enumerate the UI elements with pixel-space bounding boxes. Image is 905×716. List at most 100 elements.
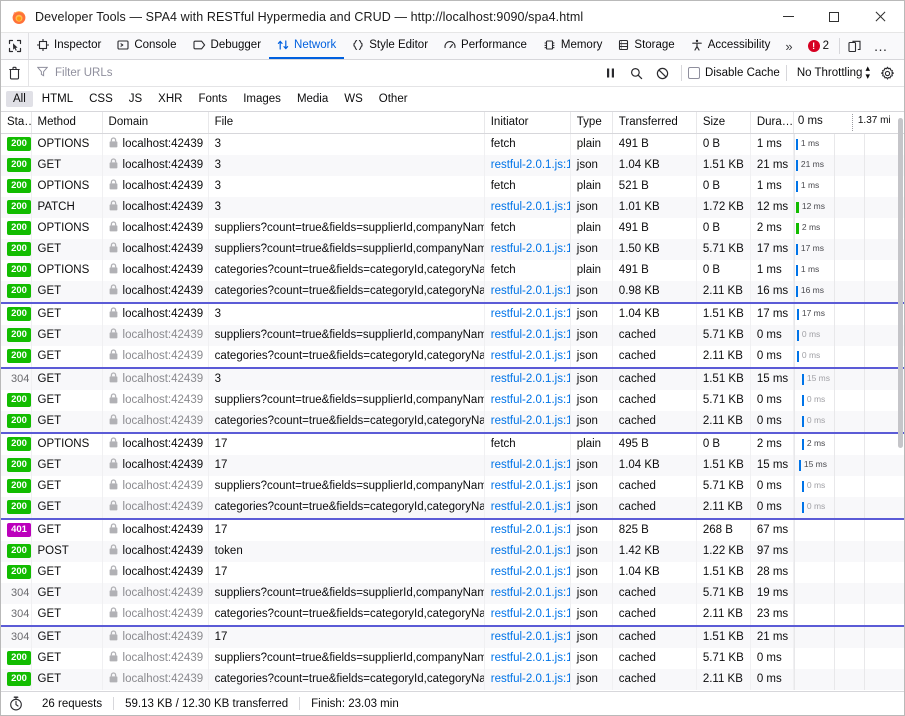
table-row[interactable]: 200 GET localhost:42439 suppliers?count=tru… (1, 475, 904, 497)
error-count-badge[interactable]: ! 2 (800, 33, 837, 59)
initiator-link[interactable]: restful-2.0.1.js:19… (491, 480, 570, 492)
tabs-overflow-icon[interactable]: » (778, 33, 799, 59)
column-header-duration[interactable]: Dura… (750, 112, 794, 134)
maximize-button[interactable] (811, 1, 856, 33)
table-row[interactable]: 200 GET localhost:42439 suppliers?count=tru… (1, 389, 904, 411)
table-row[interactable]: 200 GET localhost:42439 suppliers?count=tru… (1, 324, 904, 346)
type-filter-ws[interactable]: WS (337, 91, 370, 107)
table-row[interactable]: 200 GET localhost:42439 17 restful-2.0.1.js:… (1, 454, 904, 476)
table-row[interactable]: 200 POST localhost:42439 token restful-2.0.1… (1, 540, 904, 562)
column-header-size[interactable]: Size (696, 112, 751, 134)
table-row[interactable]: 200 GET localhost:42439 suppliers?count=tru… (1, 238, 904, 260)
column-header-initiator[interactable]: Initiator (484, 112, 571, 134)
table-row[interactable]: 200GET localhost:42439 3 restful-2.0.1.js:1… (1, 154, 904, 176)
disable-cache-checkbox[interactable]: Disable Cache (688, 67, 780, 79)
initiator-link[interactable]: restful-2.0.1.js:19… (491, 373, 570, 385)
tab-accessibility[interactable]: Accessibility (683, 33, 779, 59)
initiator-link[interactable]: restful-2.0.1.js:19… (491, 159, 570, 171)
cell-initiator: restful-2.0.1.js:19… (484, 540, 571, 562)
initiator-link[interactable]: restful-2.0.1.js:19… (491, 501, 570, 513)
table-row[interactable]: 304GET localhost:42439 3 restful-2.0.1.js:1… (1, 366, 904, 390)
column-header-domain[interactable]: Domain (102, 112, 209, 134)
throttling-select[interactable]: No Throttling ▴ ▾ (793, 64, 874, 80)
type-filter-media[interactable]: Media (290, 91, 335, 107)
table-row[interactable]: 200 GET localhost:42439 suppliers?count=tru… (1, 647, 904, 669)
table-row[interactable]: 304 GET localhost:42439 categories?count=tr… (1, 603, 904, 626)
status-badge: 200 (7, 242, 31, 256)
clear-requests-button[interactable] (1, 59, 29, 87)
table-row[interactable]: 200 OPTIONS localhost:42439 3 fetch plain 491 … (1, 133, 904, 155)
initiator-link[interactable]: restful-2.0.1.js:19… (491, 329, 570, 341)
table-row[interactable]: 401 GET localhost:42439 17 restful-2.0.1.js:… (1, 517, 904, 541)
table-row[interactable]: 304 GET localhost:42439 suppliers?count=tru… (1, 582, 904, 604)
initiator-link[interactable]: restful-2.0.1.js:19… (491, 587, 570, 599)
devtools-menu-icon[interactable]: … (868, 33, 894, 59)
tab-console[interactable]: Console (109, 33, 184, 59)
close-button[interactable] (856, 1, 904, 33)
tab-storage[interactable]: Storage (610, 33, 682, 59)
column-header-method[interactable]: Method (31, 112, 103, 134)
table-row[interactable]: 200GET localhost:42439 3 restful-2.0.1.js:1… (1, 301, 904, 325)
initiator-link[interactable]: restful-2.0.1.js:19… (491, 652, 570, 664)
initiator-link[interactable]: restful-2.0.1.js:19… (491, 243, 570, 255)
tab-performance[interactable]: Performance (436, 33, 535, 59)
type-filter-fonts[interactable]: Fonts (191, 91, 234, 107)
initiator-link[interactable]: restful-2.0.1.js:19… (491, 308, 570, 320)
type-filter-all[interactable]: All (6, 91, 33, 107)
search-input[interactable] (53, 63, 598, 83)
column-header-file[interactable]: File (208, 112, 485, 134)
table-row[interactable]: 200 GET localhost:42439 categories?count=tr… (1, 280, 904, 303)
table-row[interactable]: 200 GET localhost:42439 categories?count=tr… (1, 496, 904, 519)
initiator-link[interactable]: restful-2.0.1.js:19… (491, 631, 570, 643)
search-icon[interactable] (623, 60, 649, 87)
filter-urls-field[interactable] (29, 60, 598, 87)
minimize-button[interactable] (766, 1, 811, 33)
initiator-link[interactable]: restful-2.0.1.js:19… (491, 394, 570, 406)
type-filter-css[interactable]: CSS (82, 91, 120, 107)
gear-icon[interactable] (874, 60, 900, 87)
scrollbar-thumb[interactable] (898, 118, 903, 448)
cell-method: PATCH (31, 196, 103, 218)
table-row[interactable]: 200 OPTIONS localhost:42439 categories?coun… (1, 259, 904, 281)
tab-inspector[interactable]: Inspector (29, 33, 109, 59)
column-header-waterfall[interactable]: 0 ms 1.37 mi (793, 112, 904, 134)
type-filter-xhr[interactable]: XHR (151, 91, 189, 107)
tab-memory[interactable]: Memory (535, 33, 611, 59)
table-row[interactable]: 200 GET localhost:42439 categories?count=tr… (1, 668, 904, 690)
column-header-type[interactable]: Type (570, 112, 613, 134)
type-filter-images[interactable]: Images (236, 91, 288, 107)
initiator-link[interactable]: restful-2.0.1.js:19… (491, 673, 570, 685)
initiator-link[interactable]: restful-2.0.1.js:19… (491, 566, 570, 578)
initiator-link[interactable]: restful-2.0.1.js:19… (491, 415, 570, 427)
status-badge: 200 (7, 349, 31, 363)
table-row[interactable]: 200 GET localhost:42439 17 restful-2.0.1.js:… (1, 561, 904, 583)
table-row[interactable]: 200 GET localhost:42439 categories?count=tr… (1, 345, 904, 368)
network-request-table[interactable]: Sta…MethodDomainFileInitiatorTypeTransfe… (1, 112, 904, 691)
table-row[interactable]: 200 GET localhost:42439 categories?count=tr… (1, 410, 904, 433)
initiator-link[interactable]: restful-2.0.1.js:19… (491, 608, 570, 620)
block-requests-icon[interactable] (649, 60, 675, 87)
table-row[interactable]: 200 OPTIONS localhost:42439 17 fetch plain 495… (1, 431, 904, 455)
responsive-design-mode-icon[interactable] (842, 33, 868, 59)
tab-network[interactable]: Network (269, 33, 345, 59)
initiator-link[interactable]: restful-2.0.1.js:19… (491, 459, 570, 471)
column-header-transferred[interactable]: Transferred (612, 112, 697, 134)
pause-recording-icon[interactable] (597, 60, 623, 87)
column-header-status[interactable]: Sta… (1, 112, 32, 134)
table-row[interactable]: 200 OPTIONS localhost:42439 3 fetch plain 521 … (1, 175, 904, 197)
vertical-scrollbar[interactable] (897, 112, 904, 691)
type-filter-html[interactable]: HTML (35, 91, 80, 107)
table-row[interactable]: 304 GET localhost:42439 17 restful-2.0.1.js:… (1, 624, 904, 648)
tab-style-editor[interactable]: Style Editor (344, 33, 436, 59)
initiator-link[interactable]: restful-2.0.1.js:19… (491, 350, 570, 362)
tab-debugger[interactable]: Debugger (185, 33, 270, 59)
type-filter-js[interactable]: JS (122, 91, 149, 107)
table-row[interactable]: 200 OPTIONS localhost:42439 suppliers?count… (1, 217, 904, 239)
table-row[interactable]: 200 PATCH localhost:42439 3 restful-2.0.1.js… (1, 196, 904, 218)
initiator-link[interactable]: restful-2.0.1.js:19… (491, 524, 570, 536)
initiator-link[interactable]: restful-2.0.1.js:19… (491, 201, 570, 213)
initiator-link[interactable]: restful-2.0.1.js:19… (491, 285, 570, 297)
type-filter-other[interactable]: Other (372, 91, 415, 107)
element-picker-icon[interactable] (1, 33, 29, 59)
initiator-link[interactable]: restful-2.0.1.js:19… (491, 545, 570, 557)
